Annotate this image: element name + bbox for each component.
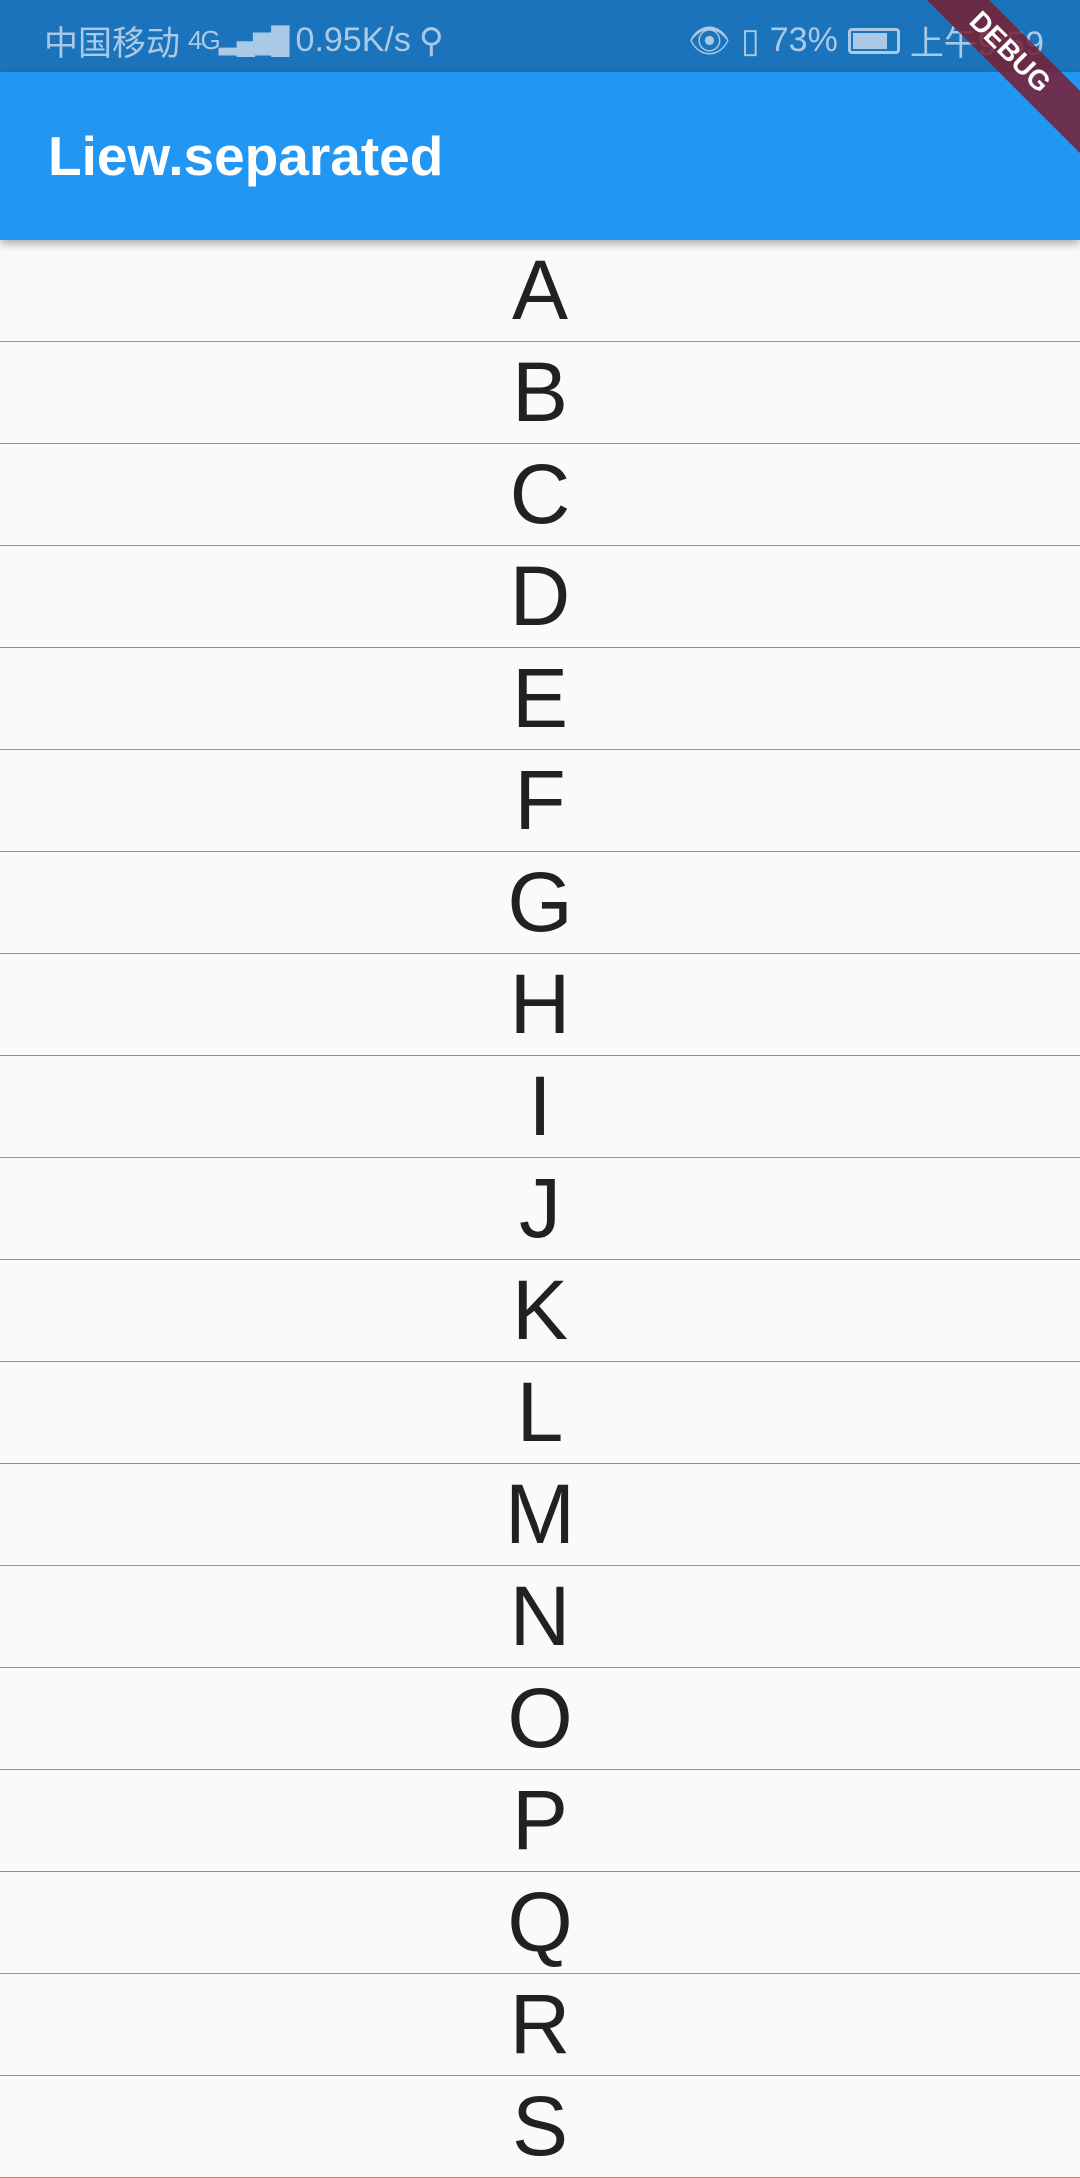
list-item[interactable]: I bbox=[0, 1056, 1080, 1157]
list-item[interactable]: P bbox=[0, 1770, 1080, 1871]
page-title: Liew.separated bbox=[48, 125, 444, 187]
list-item[interactable]: S bbox=[0, 2076, 1080, 2177]
list-item[interactable]: B bbox=[0, 342, 1080, 443]
list-item[interactable]: D bbox=[0, 546, 1080, 647]
list-item[interactable]: H bbox=[0, 954, 1080, 1055]
vibrate-icon: ▯ bbox=[741, 21, 760, 60]
eye-icon: 👁 bbox=[687, 21, 732, 60]
list-item[interactable]: G bbox=[0, 852, 1080, 953]
app-bar: Liew.separated bbox=[0, 72, 1080, 240]
list-item[interactable]: Q bbox=[0, 1872, 1080, 1973]
list-item[interactable]: O bbox=[0, 1668, 1080, 1769]
status-bar: 中国移动 4G▂▄▆█ 0.95K/s ⚲ 👁 ▯ 73% 上午9:59 bbox=[0, 0, 1080, 72]
list-item[interactable]: M bbox=[0, 1464, 1080, 1565]
list-item[interactable]: A bbox=[0, 240, 1080, 341]
battery-icon bbox=[847, 27, 900, 54]
usb-icon: ⚲ bbox=[418, 21, 444, 60]
list-item[interactable]: C bbox=[0, 444, 1080, 545]
signal-icon: 4G▂▄▆█ bbox=[188, 25, 290, 55]
network-speed: 0.95K/s bbox=[295, 21, 411, 59]
list-item[interactable]: F bbox=[0, 750, 1080, 851]
separated-list[interactable]: ABCDEFGHIJKLMNOPQRS bbox=[0, 240, 1080, 2178]
list-item[interactable]: E bbox=[0, 648, 1080, 749]
list-item[interactable]: K bbox=[0, 1260, 1080, 1361]
list-item[interactable]: N bbox=[0, 1566, 1080, 1667]
list-item[interactable]: R bbox=[0, 1974, 1080, 2075]
list-item[interactable]: J bbox=[0, 1158, 1080, 1259]
list-item[interactable]: L bbox=[0, 1362, 1080, 1463]
carrier-label: 中国移动 bbox=[44, 25, 180, 63]
network-type: 4G bbox=[188, 25, 221, 55]
battery-percent: 73% bbox=[769, 21, 838, 59]
